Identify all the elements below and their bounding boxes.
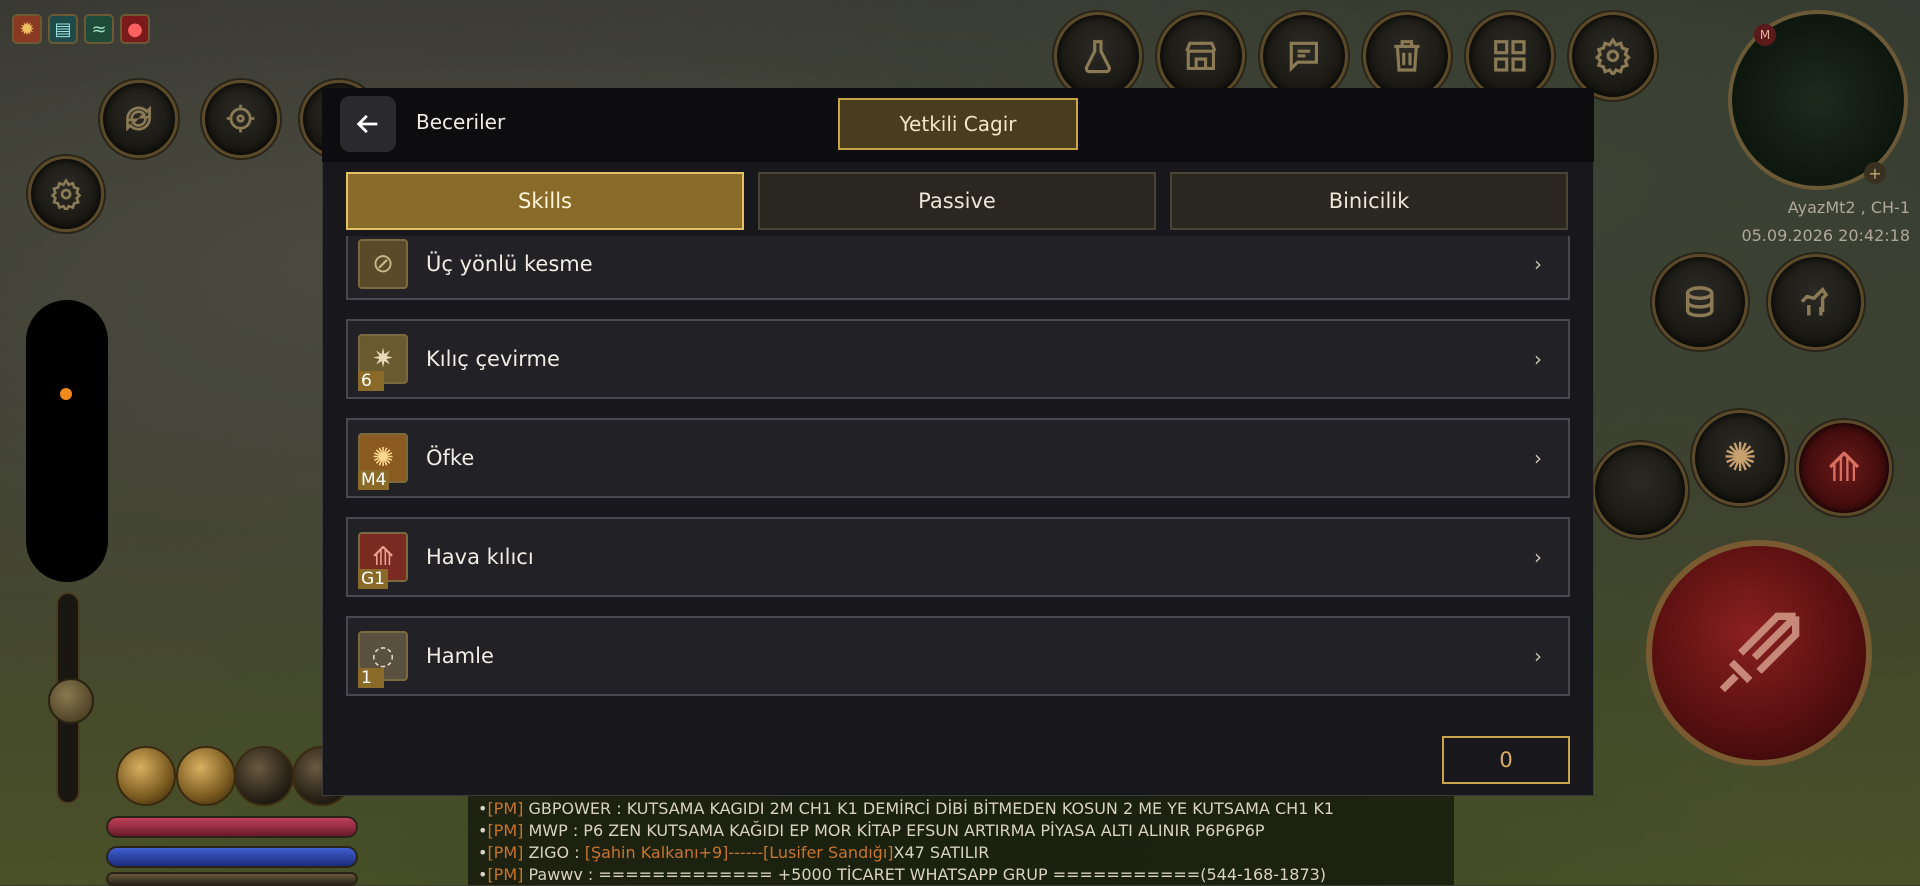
chevron-right-icon: ›: [1534, 545, 1542, 569]
call-admin-button[interactable]: Yetkili Cagir: [838, 98, 1078, 150]
skill-name: Hava kılıcı: [426, 545, 534, 569]
minimap-zoom-in-button[interactable]: +: [1864, 162, 1886, 184]
skill-name: Hamle: [426, 644, 494, 668]
quickslot-orb-3[interactable]: [234, 746, 294, 806]
arrow-left-icon: [356, 114, 378, 134]
skill-points-counter: 0: [1442, 736, 1570, 784]
skill-level-badge: 1: [358, 668, 384, 688]
skill-row[interactable]: ◌ 1 Hamle ›: [346, 616, 1570, 696]
chat-log: •[PM] GBPOWER : KUTSAMA KAGIDI 2M CH1 K1…: [468, 794, 1454, 885]
skill-row[interactable]: ✺ M4 Öfke ›: [346, 418, 1570, 498]
triple-slash-icon: ⊘: [358, 239, 408, 289]
hp-bar: [106, 816, 358, 838]
zoom-slider-knob[interactable]: [48, 678, 94, 724]
skill-name: Kılıç çevirme: [426, 347, 560, 371]
skill-quickslot-rage[interactable]: ✺: [1692, 410, 1788, 506]
skill-name: Öfke: [426, 446, 475, 470]
skill-list[interactable]: ⊘ Üç yönlü kesme › ✷ 6 Kılıç çevirme › ✺…: [346, 236, 1570, 706]
coins-icon[interactable]: [1652, 254, 1748, 350]
target-icon[interactable]: [202, 80, 280, 158]
quickslot-orb-2[interactable]: [176, 746, 236, 806]
refresh-icon[interactable]: [100, 80, 178, 158]
stamina-bar: [106, 872, 358, 886]
attack-button[interactable]: [1646, 540, 1872, 766]
joystick-indicator-dot: [60, 388, 72, 400]
chevron-right-icon: ›: [1534, 347, 1542, 371]
flask-icon[interactable]: [1054, 12, 1142, 100]
skill-row[interactable]: ⟰ G1 Hava kılıcı ›: [346, 517, 1570, 597]
back-button[interactable]: [340, 96, 396, 152]
skill-quickslot-1[interactable]: [1592, 442, 1688, 538]
shop-icon[interactable]: [1157, 12, 1245, 100]
server-channel-label: AyazMt2 , CH-1: [1787, 198, 1910, 217]
tab-skills[interactable]: Skills: [346, 172, 744, 230]
modal-title: Beceriler: [416, 110, 506, 134]
datetime-label: 05.09.2026 20:42:18: [1741, 226, 1910, 245]
buff-sun-icon: ✹: [12, 14, 42, 44]
quickslot-orb-1[interactable]: [116, 746, 176, 806]
buff-scroll-icon: ▤: [48, 14, 78, 44]
chat-icon[interactable]: [1260, 12, 1348, 100]
chevron-right-icon: ›: [1534, 446, 1542, 470]
skill-level-badge: 6: [358, 371, 384, 391]
minimap-marker: M: [1754, 24, 1776, 46]
skill-level-badge: G1: [358, 569, 388, 589]
tab-passive[interactable]: Passive: [758, 172, 1156, 230]
settings-left-icon[interactable]: [28, 156, 104, 232]
trash-icon[interactable]: [1363, 12, 1451, 100]
tab-binicilik[interactable]: Binicilik: [1170, 172, 1568, 230]
grid-menu-icon[interactable]: [1466, 12, 1554, 100]
skill-quickslot-air-sword[interactable]: ⟰: [1796, 420, 1892, 516]
skill-name: Üç yönlü kesme: [426, 252, 593, 276]
chat-line: •[PM] MWP : P6 ZEN KUTSAMA KAĞIDI EP MOR…: [478, 821, 1265, 840]
skill-row[interactable]: ✷ 6 Kılıç çevirme ›: [346, 319, 1570, 399]
mp-bar: [106, 846, 358, 868]
chat-line: •[PM] Pawwv : ============= +5000 TİCARE…: [478, 865, 1327, 884]
buff-potion-icon: ●: [120, 14, 150, 44]
horse-icon[interactable]: [1768, 254, 1864, 350]
skill-level-badge: M4: [358, 470, 390, 490]
settings-icon[interactable]: [1569, 12, 1657, 100]
chat-line: •[PM] GBPOWER : KUTSAMA KAGIDI 2M CH1 K1…: [478, 799, 1335, 818]
side-joystick-panel[interactable]: [26, 300, 108, 582]
chat-line: •[PM] ZIGO : [Şahin Kalkanı+9]------[Lus…: [478, 843, 990, 862]
skill-row[interactable]: ⊘ Üç yönlü kesme ›: [346, 236, 1570, 300]
buff-wave-icon: ≈: [84, 14, 114, 44]
chevron-right-icon: ›: [1534, 252, 1542, 276]
chevron-right-icon: ›: [1534, 644, 1542, 668]
